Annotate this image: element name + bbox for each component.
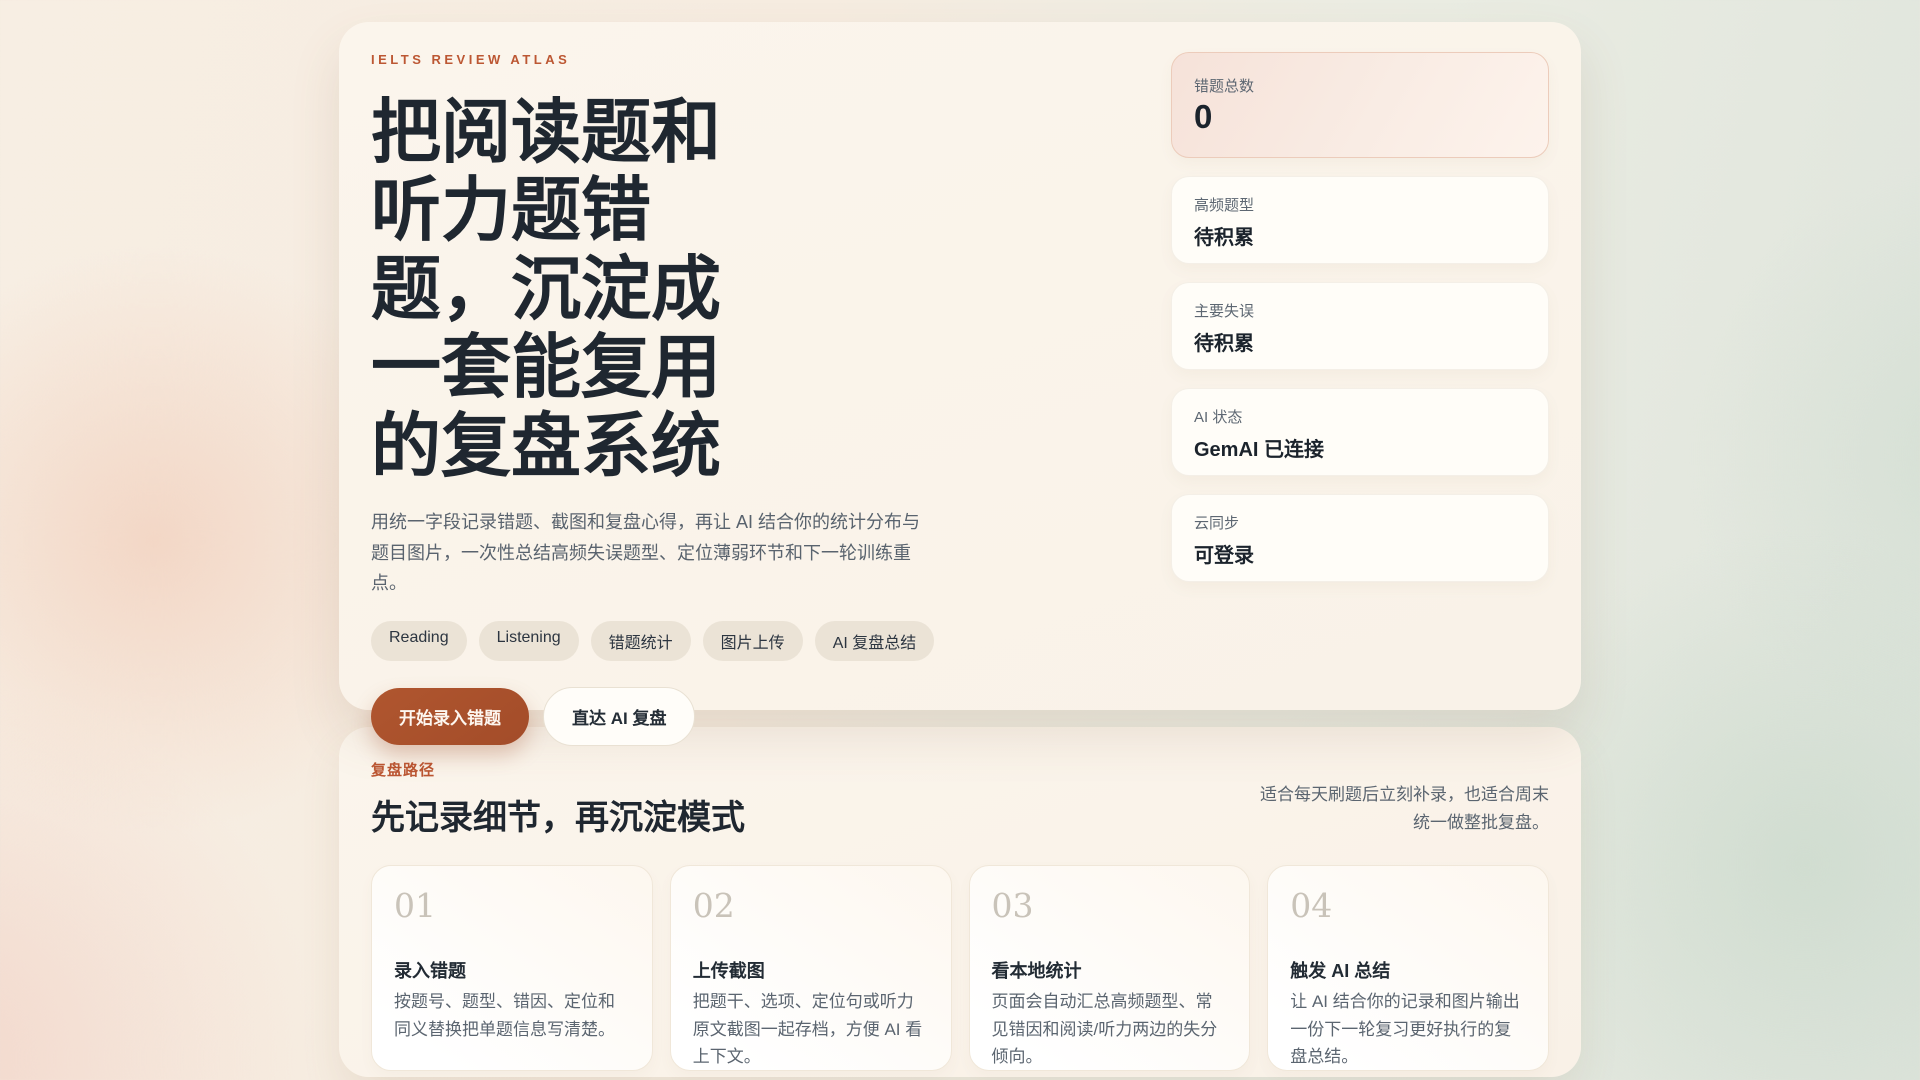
stat-value: 待积累 — [1194, 327, 1526, 356]
stat-value: 待积累 — [1194, 221, 1526, 250]
stat-value: GemAI 已连接 — [1194, 433, 1526, 462]
step-title: 看本地统计 — [992, 957, 1228, 983]
step-number: 03 — [992, 886, 1228, 925]
path-eyebrow: 复盘路径 — [371, 759, 745, 780]
step-card-upload: 02 上传截图 把题干、选项、定位句或听力原文截图一起存档，方便 AI 看上下文… — [670, 865, 952, 1071]
goto-ai-review-button[interactable]: 直达 AI 复盘 — [543, 687, 695, 746]
step-title: 触发 AI 总结 — [1290, 957, 1526, 983]
feature-tag-row: Reading Listening 错题统计 图片上传 AI 复盘总结 — [371, 621, 1071, 661]
step-card-ai-summary: 04 触发 AI 总结 让 AI 结合你的记录和图片输出一份下一轮复习更好执行的… — [1267, 865, 1549, 1071]
stat-card-main-mistakes: 主要失误 待积累 — [1171, 282, 1549, 370]
hero-eyebrow: IELTS REVIEW ATLAS — [371, 52, 1071, 67]
step-description: 把题干、选项、定位句或听力原文截图一起存档，方便 AI 看上下文。 — [693, 988, 929, 1071]
tag-reading: Reading — [371, 621, 467, 661]
hero-card: IELTS REVIEW ATLAS 把阅读题和听力题错题，沉淀成一套能复用的复… — [339, 22, 1581, 710]
stat-card-total-errors: 错题总数 0 — [1171, 52, 1549, 158]
step-number: 01 — [394, 886, 630, 925]
step-description: 页面会自动汇总高频题型、常见错因和阅读/听力两边的失分倾向。 — [992, 988, 1228, 1071]
stat-label: 错题总数 — [1194, 75, 1526, 96]
step-title: 上传截图 — [693, 957, 929, 983]
path-note: 适合每天刷题后立刻补录，也适合周末统一做整批复盘。 — [1249, 781, 1549, 837]
stat-label: 高频题型 — [1194, 194, 1526, 215]
step-card-local-stats: 03 看本地统计 页面会自动汇总高频题型、常见错因和阅读/听力两边的失分倾向。 — [969, 865, 1251, 1071]
page-container: IELTS REVIEW ATLAS 把阅读题和听力题错题，沉淀成一套能复用的复… — [339, 22, 1581, 1077]
tag-error-stats: 错题统计 — [591, 621, 691, 661]
stat-column: 错题总数 0 高频题型 待积累 主要失误 待积累 AI 状态 GemAI 已连接… — [1171, 52, 1549, 676]
tag-listening: Listening — [479, 621, 579, 661]
step-description: 按题号、题型、错因、定位和同义替换把单题信息写清楚。 — [394, 988, 630, 1043]
hero-button-row: 开始录入错题 直达 AI 复盘 — [371, 687, 1071, 746]
step-description: 让 AI 结合你的记录和图片输出一份下一轮复习更好执行的复盘总结。 — [1290, 988, 1526, 1071]
stat-label: 主要失误 — [1194, 300, 1526, 321]
stat-card-cloud-sync: 云同步 可登录 — [1171, 494, 1549, 582]
step-number: 04 — [1290, 886, 1526, 925]
step-card-entry: 01 录入错题 按题号、题型、错因、定位和同义替换把单题信息写清楚。 — [371, 865, 653, 1071]
stat-label: AI 状态 — [1194, 406, 1526, 427]
stat-value: 0 — [1194, 98, 1526, 136]
stat-card-ai-status: AI 状态 GemAI 已连接 — [1171, 388, 1549, 476]
tag-ai-review: AI 复盘总结 — [815, 621, 935, 661]
start-entry-button[interactable]: 开始录入错题 — [371, 688, 529, 745]
hero-left-column: IELTS REVIEW ATLAS 把阅读题和听力题错题，沉淀成一套能复用的复… — [371, 52, 1071, 676]
step-title: 录入错题 — [394, 957, 630, 983]
stat-value: 可登录 — [1194, 539, 1526, 568]
path-header-left: 复盘路径 先记录细节，再沉淀模式 — [371, 759, 745, 839]
steps-grid: 01 录入错题 按题号、题型、错因、定位和同义替换把单题信息写清楚。 02 上传… — [371, 865, 1549, 1071]
hero-description: 用统一字段记录错题、截图和复盘心得，再让 AI 结合你的统计分布与题目图片，一次… — [371, 507, 936, 599]
step-number: 02 — [693, 886, 929, 925]
stat-label: 云同步 — [1194, 512, 1526, 533]
review-path-card: 复盘路径 先记录细节，再沉淀模式 适合每天刷题后立刻补录，也适合周末统一做整批复… — [339, 727, 1581, 1077]
path-header: 复盘路径 先记录细节，再沉淀模式 适合每天刷题后立刻补录，也适合周末统一做整批复… — [371, 759, 1549, 839]
path-title: 先记录细节，再沉淀模式 — [371, 790, 745, 839]
stat-card-frequent-types: 高频题型 待积累 — [1171, 176, 1549, 264]
tag-image-upload: 图片上传 — [703, 621, 803, 661]
hero-title: 把阅读题和听力题错题，沉淀成一套能复用的复盘系统 — [371, 93, 749, 485]
